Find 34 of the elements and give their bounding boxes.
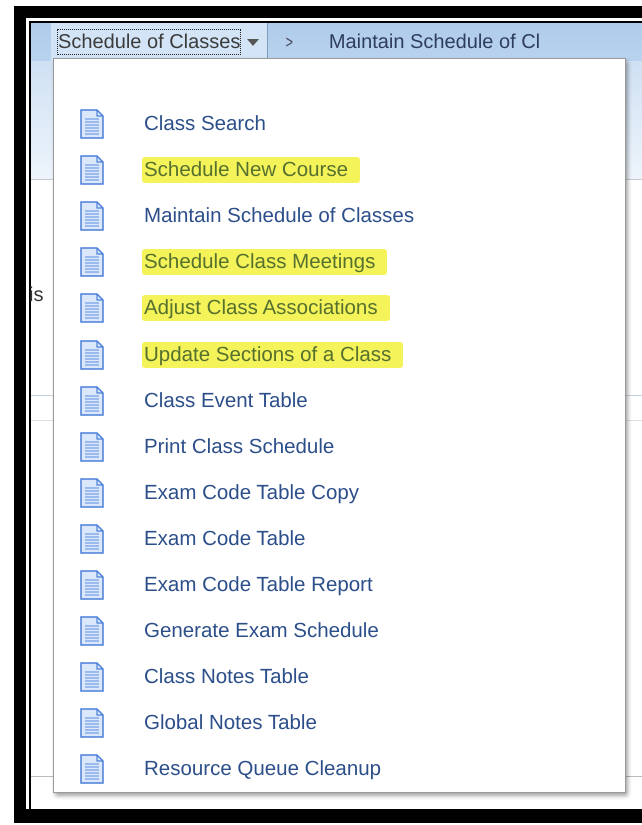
document-icon [80,478,104,508]
menu-item[interactable]: Exam Code Table [142,526,318,552]
menu-item[interactable]: Class Search [142,111,278,138]
menu-item[interactable]: Exam Code Table Report [142,572,385,598]
breadcrumb-item[interactable]: Maintain Schedule of Cl [328,30,540,54]
document-icon [80,708,104,738]
menu-item[interactable]: Class Notes Table [142,664,321,690]
document-icon [80,570,104,600]
document-icon [80,247,104,278]
document-icon [80,432,104,462]
document-icon [80,616,104,646]
menu-item[interactable]: Schedule New Course [142,157,360,184]
menu-item[interactable]: Adjust Class Associations [142,295,390,322]
menu-item[interactable]: Resource Queue Cleanup [142,756,394,782]
menu-item[interactable]: Global Notes Table [142,710,329,736]
breadcrumb-menu-button[interactable]: Schedule of Classes [51,23,268,61]
document-icon [80,754,104,784]
document-icon [80,201,104,232]
menu-item[interactable]: Schedule Class Meetings [142,249,388,276]
menu-item[interactable]: Print Class Schedule [142,434,346,460]
document-icon [80,155,104,186]
document-icon [80,524,104,554]
menu-item[interactable]: Exam Code Table Copy [142,480,371,506]
menu-item[interactable]: Class Event Table [142,388,320,414]
document-icon [80,109,104,140]
menu-item[interactable]: Update Sections of a Class [142,342,404,368]
caret-icon [247,38,260,46]
document-icon [80,340,104,370]
document-icon [80,386,104,416]
document-icon [80,293,104,324]
document-icon [80,662,104,692]
menu-item[interactable]: Maintain Schedule of Classes [142,203,426,230]
menu-item[interactable]: Generate Exam Schedule [142,618,391,644]
breadcrumb-separator: > [286,32,294,52]
